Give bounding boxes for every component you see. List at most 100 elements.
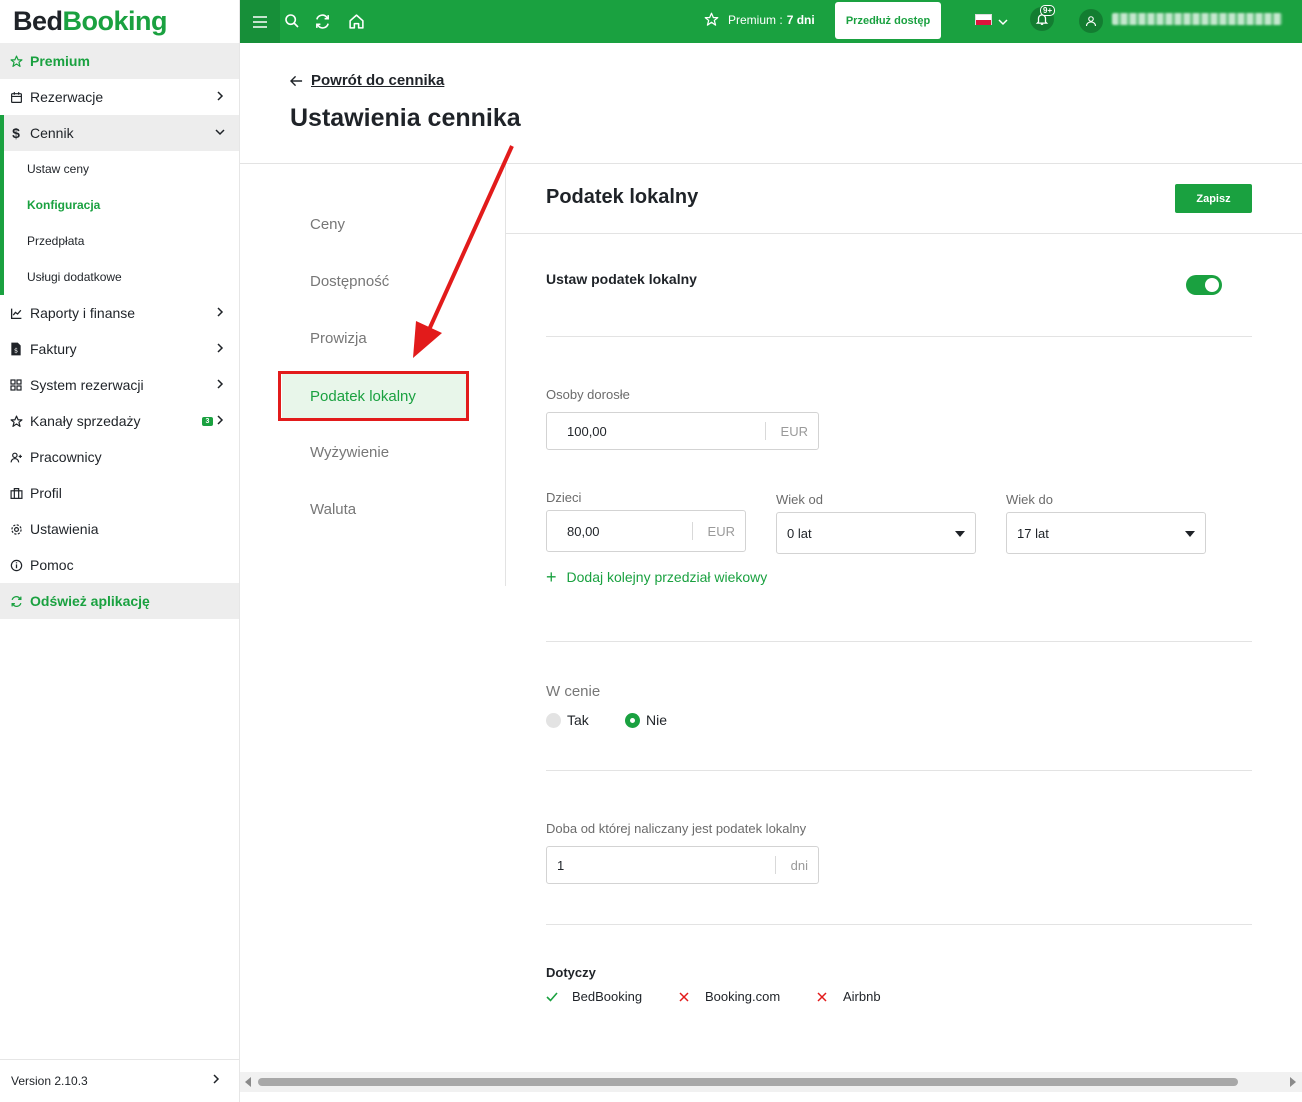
sidebar-item-label: Raporty i finanse [30,305,136,321]
chevron-down-icon[interactable] [998,14,1008,32]
in-price-radio-tak[interactable]: Tak [546,712,589,728]
sidebar-item-label: Pracownicy [30,449,102,465]
sidebar-item-label: Cennik [30,125,74,141]
sidebar-item-label: Kanały sprzedaży [30,413,141,429]
tab-wyzywienie[interactable]: Wyżywienie [310,444,389,461]
channel-name: Booking.com [705,989,781,1004]
user-name-redacted[interactable] [1112,13,1282,25]
local-tax-toggle-label: Ustaw podatek lokalny [546,271,697,287]
logo-part1: Bed [13,6,63,36]
tab-podatek-lokalny[interactable]: Podatek lokalny [282,374,466,418]
channel-bedbooking: BedBooking [546,989,642,1004]
sidebar-item-pracownicy[interactable]: Pracownicy [0,439,239,475]
sidebar-item-profil[interactable]: Profil [0,475,239,511]
section-title: Podatek lokalny [546,186,699,208]
adults-tax-value: 100,00 [567,423,607,439]
scroll-left-icon[interactable] [245,1077,251,1087]
arrow-left-icon [290,75,303,86]
sidebar-item-pomoc[interactable]: Pomoc [0,547,239,583]
extend-access-button[interactable]: Przedłuż dostęp [835,2,941,39]
tab-ceny[interactable]: Ceny [310,216,345,233]
sidebar-subitem-uslugi-dodatkowe[interactable]: Usługi dodatkowe [0,259,239,295]
sidebar-item-refresh[interactable]: Odśwież aplikację [0,583,239,619]
refresh-icon [315,13,329,29]
search-button[interactable] [282,11,302,31]
sidebar-item-label: Odśwież aplikację [30,593,150,609]
age-from-select[interactable]: 0 lat [776,512,976,554]
currency-unit: EUR [764,422,818,440]
sidebar-item-cennik[interactable]: $ Cennik [0,115,239,151]
sidebar-item-label: Faktury [30,341,77,357]
logo-part2: Booking [62,6,168,36]
sidebar-item-kanaly[interactable]: Kanały sprzedaży 3 [0,403,239,439]
chevron-right-icon [213,341,227,355]
sidebar-item-premium[interactable]: Premium [0,43,239,79]
calendar-icon [8,89,24,105]
days-unit: dni [774,856,818,874]
menu-toggle-button[interactable] [240,0,280,43]
horizontal-scrollbar[interactable] [240,1072,1302,1092]
notification-count-badge: 9+ [1040,5,1056,16]
sidebar-item-system-rezerwacji[interactable]: System rezerwacji [0,367,239,403]
page-title: Ustawienia cennika [290,104,521,132]
hamburger-icon [253,15,267,28]
poland-flag-icon[interactable] [975,14,992,25]
sidebar-subitem-przedplata[interactable]: Przedpłata [0,223,239,259]
sidebar-subitem-ustaw-ceny[interactable]: Ustaw ceny [0,151,239,187]
in-price-radio-nie[interactable]: Nie [625,712,667,728]
channel-booking-com: Booking.com [679,989,780,1004]
chevron-down-icon [213,125,227,139]
invoice-icon: $ [8,341,24,357]
tabs-divider [505,164,506,586]
plus-icon: + [546,567,557,587]
divider [546,770,1252,771]
gear-icon [8,521,24,537]
premium-status: Premium : 7 dni [704,12,815,27]
caret-down-icon [955,531,965,537]
chevron-right-icon [213,89,227,103]
premium-days: 7 dni [786,12,815,27]
sidebar-subitem-konfiguracja[interactable]: Konfiguracja [0,187,239,223]
tab-dostepnosc[interactable]: Dostępność [310,273,389,290]
adults-tax-input[interactable]: 100,00 EUR [546,412,819,450]
sync-button[interactable] [312,11,332,31]
night-from-value: 1 [557,857,565,873]
version-footer[interactable]: Version 2.10.3 [0,1059,239,1102]
home-icon [348,13,364,29]
children-tax-input[interactable]: 80,00 EUR [546,510,746,552]
save-button[interactable]: Zapisz [1175,184,1252,213]
user-icon [1085,16,1097,27]
sidebar-item-label: System rezerwacji [30,377,144,393]
age-from-label: Wiek od [776,492,823,507]
add-age-range-label: Dodaj kolejny przedział wiekowy [566,569,768,585]
cennik-submenu: Ustaw ceny Konfiguracja Przedpłata Usług… [0,151,239,295]
night-from-input[interactable]: 1 dni [546,846,819,884]
divider [546,336,1252,337]
channel-name: BedBooking [572,989,643,1004]
home-button[interactable] [346,11,366,31]
age-to-value: 17 lat [1017,525,1049,541]
sidebar-item-ustawienia[interactable]: Ustawienia [0,511,239,547]
add-age-range-button[interactable]: + Dodaj kolejny przedział wiekowy [546,567,768,587]
chevron-right-icon [213,413,227,427]
chevron-right-icon [213,305,227,319]
tab-prowizja[interactable]: Prowizja [310,330,367,347]
info-icon [8,557,24,573]
sidebar-item-rezerwacje[interactable]: Rezerwacje [0,79,239,115]
sidebar-item-faktury[interactable]: $ Faktury [0,331,239,367]
age-to-select[interactable]: 17 lat [1006,512,1206,554]
building-icon [8,485,24,501]
logo[interactable]: Bed Booking [0,0,239,43]
back-to-pricelist-link[interactable]: Powrót do cennika [290,72,444,89]
channel-airbnb: Airbnb [817,989,881,1004]
chevron-right-icon [213,377,227,391]
scrollbar-thumb[interactable] [258,1078,1238,1086]
tab-waluta[interactable]: Waluta [310,501,356,518]
star-outline-icon [8,413,24,429]
scroll-right-icon[interactable] [1290,1077,1296,1087]
local-tax-toggle[interactable] [1186,275,1222,295]
chart-icon [8,305,24,321]
sidebar: Bed Booking Premium Rezerwacje $ Cennik U… [0,0,240,1102]
avatar[interactable] [1079,9,1103,33]
sidebar-item-raporty[interactable]: Raporty i finanse [0,295,239,331]
